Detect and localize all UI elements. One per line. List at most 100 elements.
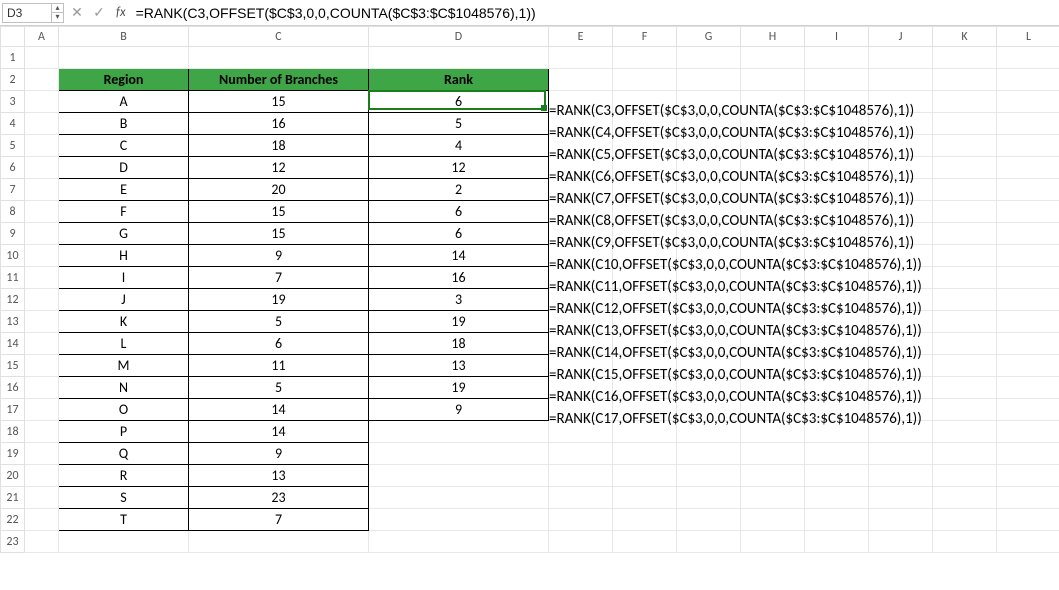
cell-A7[interactable] [25, 179, 59, 201]
cell-J16[interactable] [869, 377, 933, 399]
cell-H21[interactable] [741, 487, 805, 509]
cell-C17[interactable]: 14 [189, 399, 369, 421]
cell-F16[interactable] [613, 377, 677, 399]
cell-A13[interactable] [25, 311, 59, 333]
row-header[interactable]: 6 [1, 157, 25, 179]
cell-L22[interactable] [997, 509, 1059, 531]
cell-D8[interactable]: 6 [369, 201, 549, 223]
cell-C22[interactable]: 7 [189, 509, 369, 531]
cell-I23[interactable] [805, 531, 869, 553]
cell-C21[interactable]: 23 [189, 487, 369, 509]
cell-E21[interactable] [549, 487, 613, 509]
row-header[interactable]: 18 [1, 421, 25, 443]
cell-B7[interactable]: E [59, 179, 189, 201]
col-header-C[interactable]: C [189, 27, 369, 47]
cell-B18[interactable]: P [59, 421, 189, 443]
cell-J15[interactable] [869, 355, 933, 377]
row-header[interactable]: 7 [1, 179, 25, 201]
cell-G21[interactable] [677, 487, 741, 509]
col-header-E[interactable]: E [549, 27, 613, 47]
cell-C20[interactable]: 13 [189, 465, 369, 487]
cell-H8[interactable] [741, 201, 805, 223]
cell-I13[interactable] [805, 311, 869, 333]
cell-L6[interactable] [997, 157, 1059, 179]
cell-J23[interactable] [869, 531, 933, 553]
cell-E3[interactable]: =RANK(C3,OFFSET($C$3,0,0,COUNTA($C$3:$C$… [549, 91, 613, 113]
cell-J9[interactable] [869, 223, 933, 245]
row-header[interactable]: 5 [1, 135, 25, 157]
cell-L13[interactable] [997, 311, 1059, 333]
cell-F19[interactable] [613, 443, 677, 465]
cell-B14[interactable]: L [59, 333, 189, 355]
cell-G4[interactable] [677, 113, 741, 135]
cell-B8[interactable]: F [59, 201, 189, 223]
cell-F20[interactable] [613, 465, 677, 487]
cell-G3[interactable] [677, 91, 741, 113]
cell-H4[interactable] [741, 113, 805, 135]
cell-J6[interactable] [869, 157, 933, 179]
cell-L9[interactable] [997, 223, 1059, 245]
cell-A20[interactable] [25, 465, 59, 487]
row-header[interactable]: 9 [1, 223, 25, 245]
cell-I12[interactable] [805, 289, 869, 311]
cell-F15[interactable] [613, 355, 677, 377]
cell-I6[interactable] [805, 157, 869, 179]
cell-F22[interactable] [613, 509, 677, 531]
cell-K21[interactable] [933, 487, 997, 509]
cell-J13[interactable] [869, 311, 933, 333]
cell-K23[interactable] [933, 531, 997, 553]
row-header[interactable]: 2 [1, 69, 25, 91]
cell-G9[interactable] [677, 223, 741, 245]
cell-E18[interactable] [549, 421, 613, 443]
cell-I8[interactable] [805, 201, 869, 223]
cell-C1[interactable] [189, 47, 369, 69]
cell-F12[interactable] [613, 289, 677, 311]
col-header-H[interactable]: H [741, 27, 805, 47]
cell-E8[interactable]: =RANK(C8,OFFSET($C$3,0,0,COUNTA($C$3:$C$… [549, 201, 613, 223]
cell-E20[interactable] [549, 465, 613, 487]
cell-A3[interactable] [25, 91, 59, 113]
cell-J3[interactable] [869, 91, 933, 113]
cell-F3[interactable] [613, 91, 677, 113]
cell-K17[interactable] [933, 399, 997, 421]
cell-J10[interactable] [869, 245, 933, 267]
cell-A22[interactable] [25, 509, 59, 531]
cell-B12[interactable]: J [59, 289, 189, 311]
cell-H7[interactable] [741, 179, 805, 201]
cell-D9[interactable]: 6 [369, 223, 549, 245]
cell-L10[interactable] [997, 245, 1059, 267]
row-header[interactable]: 10 [1, 245, 25, 267]
cell-I21[interactable] [805, 487, 869, 509]
cell-I11[interactable] [805, 267, 869, 289]
name-box[interactable] [3, 4, 51, 22]
cell-C6[interactable]: 12 [189, 157, 369, 179]
cell-F9[interactable] [613, 223, 677, 245]
cell-K10[interactable] [933, 245, 997, 267]
row-header[interactable]: 17 [1, 399, 25, 421]
cell-K22[interactable] [933, 509, 997, 531]
cell-K16[interactable] [933, 377, 997, 399]
cell-H19[interactable] [741, 443, 805, 465]
cell-F5[interactable] [613, 135, 677, 157]
cell-A19[interactable] [25, 443, 59, 465]
cell-H12[interactable] [741, 289, 805, 311]
cell-E2[interactable] [549, 69, 613, 91]
cell-F14[interactable] [613, 333, 677, 355]
cell-C5[interactable]: 18 [189, 135, 369, 157]
cell-K3[interactable] [933, 91, 997, 113]
cell-E22[interactable] [549, 509, 613, 531]
cell-A4[interactable] [25, 113, 59, 135]
cell-E17[interactable]: =RANK(C17,OFFSET($C$3,0,0,COUNTA($C$3:$C… [549, 399, 613, 421]
cell-B1[interactable] [59, 47, 189, 69]
cell-C8[interactable]: 15 [189, 201, 369, 223]
cell-K9[interactable] [933, 223, 997, 245]
cell-F17[interactable] [613, 399, 677, 421]
cell-C15[interactable]: 11 [189, 355, 369, 377]
cell-H9[interactable] [741, 223, 805, 245]
cell-E15[interactable]: =RANK(C15,OFFSET($C$3,0,0,COUNTA($C$3:$C… [549, 355, 613, 377]
cell-J4[interactable] [869, 113, 933, 135]
cell-G8[interactable] [677, 201, 741, 223]
cell-D20[interactable] [369, 465, 549, 487]
cell-F23[interactable] [613, 531, 677, 553]
cell-D10[interactable]: 14 [369, 245, 549, 267]
